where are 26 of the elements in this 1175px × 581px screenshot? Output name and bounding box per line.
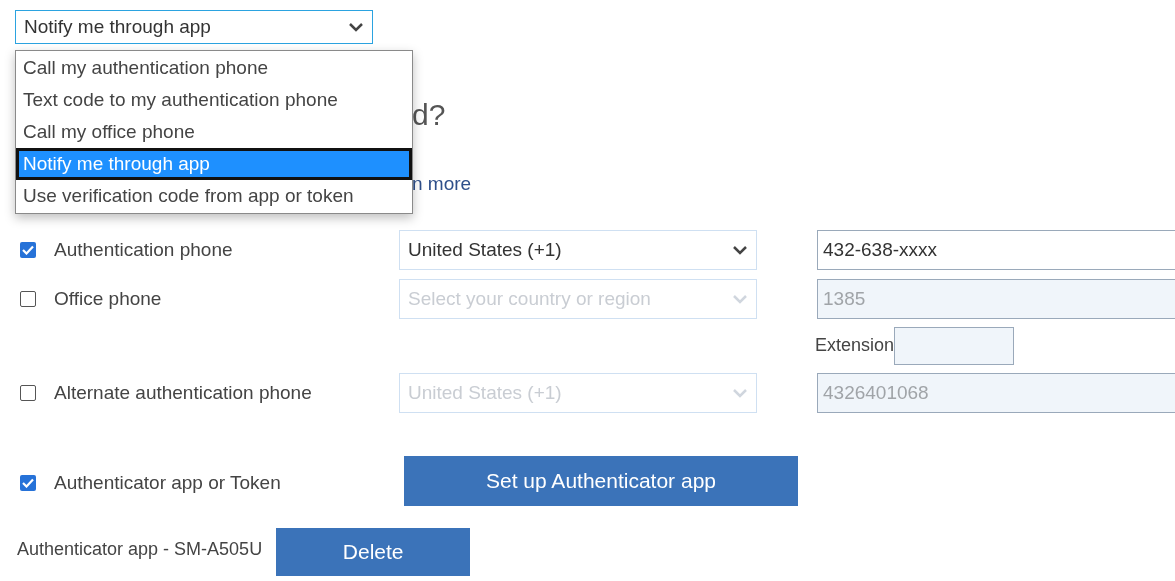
extension-label: Extension: [815, 335, 895, 356]
checkbox-label: Authenticator app or Token: [54, 472, 281, 494]
checkbox-label: Alternate authentication phone: [54, 382, 312, 404]
setup-authenticator-button[interactable]: Set up Authenticator app: [404, 456, 798, 506]
method-dropdown[interactable]: Notify me through app: [15, 10, 373, 44]
device-label: Authenticator app - SM-A505U: [16, 538, 263, 560]
chevron-down-icon: [732, 388, 748, 398]
dropdown-option[interactable]: Call my office phone: [16, 116, 412, 148]
dropdown-option[interactable]: Use verification code from app or token: [16, 180, 412, 212]
chevron-down-icon: [732, 244, 748, 255]
dropdown-option[interactable]: Text code to my authentication phone: [16, 84, 412, 116]
checkbox-label: Office phone: [54, 287, 162, 310]
section-heading: d?: [412, 98, 446, 132]
learn-more-link[interactable]: n more: [412, 173, 472, 195]
phone-number-field[interactable]: 432-638-xxxx: [817, 229, 1175, 270]
chevron-down-icon: [732, 293, 748, 304]
checkbox-label: Authentication phone: [54, 238, 233, 261]
checkbox[interactable]: [20, 385, 36, 401]
chevron-down-icon: [348, 22, 364, 32]
checkbox[interactable]: [20, 475, 36, 491]
country-dropdown[interactable]: United States (+1): [399, 229, 757, 270]
checkbox[interactable]: [20, 241, 36, 258]
delete-button[interactable]: Delete: [276, 528, 471, 576]
dropdown-option[interactable]: Call my authentication phone: [16, 52, 412, 84]
checkbox[interactable]: [20, 290, 36, 307]
extension-field[interactable]: [894, 326, 1015, 365]
